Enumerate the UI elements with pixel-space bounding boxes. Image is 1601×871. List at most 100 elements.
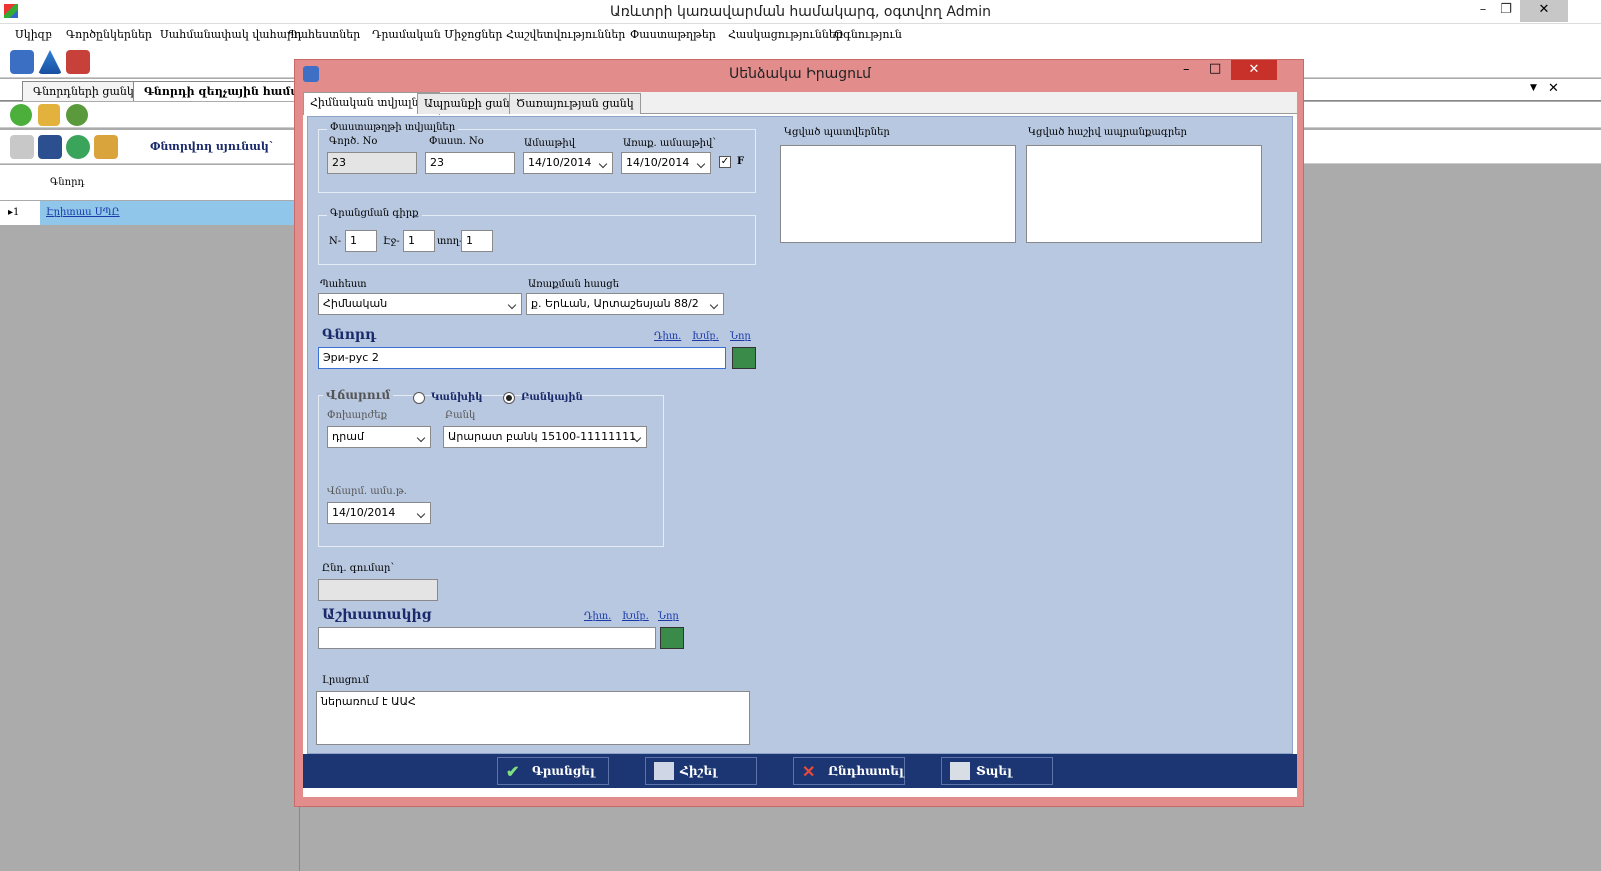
currency-label: Փոխարժեք bbox=[327, 410, 387, 421]
menu-item[interactable]: Սկիզբ bbox=[15, 28, 52, 41]
buyers-grid: Գնորդ ▸1 Էրիտաս ՍՊԸ bbox=[0, 165, 300, 871]
noncash-label: Բանկային bbox=[521, 392, 583, 403]
printer-icon bbox=[950, 762, 970, 780]
menu-item[interactable]: Հաշվետվություններ bbox=[506, 28, 625, 41]
worker-label: Աշխատակից bbox=[322, 607, 432, 623]
page-field[interactable]: 1 bbox=[403, 230, 435, 252]
menu-bar: Սկիզբ Գործընկերներ Սահմանափակ վահարդ Պահ… bbox=[0, 24, 1601, 46]
dialog-maximize-button[interactable]: □ bbox=[1209, 61, 1221, 76]
sub-date-picker[interactable]: 14/10/2014 bbox=[621, 152, 711, 174]
play-icon[interactable] bbox=[66, 135, 90, 159]
note-textarea[interactable]: ներառում է ԱԱՀ bbox=[316, 691, 750, 745]
restore-button[interactable]: ❐ bbox=[1490, 0, 1522, 22]
register-group-title: Գրանցման գիրք bbox=[327, 208, 422, 219]
delete-icon[interactable] bbox=[66, 104, 88, 126]
doc-group-title: Փաստաթղթի տվյալներ bbox=[327, 122, 459, 133]
dialog-close-button[interactable]: ✕ bbox=[1231, 60, 1277, 80]
payment-group: Վճարում Կանխիկ Բանկային Փոխարժեք դրամ Բա… bbox=[318, 388, 664, 547]
sub-date-label: Առաք. ամսաթիվ` bbox=[623, 138, 718, 149]
register-group: Գրանցման գիրք N- 1 Էջ- 1 տող- 1 bbox=[318, 208, 756, 265]
bank-label: Բանկ bbox=[445, 410, 476, 421]
menu-item[interactable]: Փաստաթղթեր bbox=[630, 28, 716, 41]
warehouse-icon[interactable] bbox=[10, 50, 34, 74]
books-icon[interactable] bbox=[66, 50, 90, 74]
worker-new-link[interactable]: Նոր bbox=[658, 611, 679, 622]
remember-button-label: Հիշել bbox=[680, 764, 718, 778]
menu-item[interactable]: Գործընկերներ bbox=[66, 28, 152, 41]
n-label: N- bbox=[329, 236, 342, 247]
refresh-icon[interactable] bbox=[38, 135, 62, 159]
pyramid-icon[interactable] bbox=[38, 50, 62, 74]
date-picker[interactable]: 14/10/2014 bbox=[523, 152, 613, 174]
app-titlebar: Առևտրի կառավարման համակարգ, օգտվող Admin… bbox=[0, 0, 1601, 24]
floppy-icon bbox=[654, 762, 674, 780]
pay-date-picker[interactable]: 14/10/2014 bbox=[327, 502, 431, 524]
row-label: տող- bbox=[437, 236, 463, 247]
n-field[interactable]: 1 bbox=[345, 230, 377, 252]
currency-select[interactable]: դրամ bbox=[327, 426, 431, 448]
selected-cell[interactable]: Էրիտաս ՍՊԸ bbox=[40, 201, 300, 225]
worker-field[interactable] bbox=[318, 627, 656, 649]
dialog-title: Սենձակա Իրացում bbox=[729, 66, 871, 82]
f-checkbox[interactable]: ✓ bbox=[719, 156, 731, 168]
linked-orders-list[interactable] bbox=[780, 145, 1016, 243]
bank-select[interactable]: Արարատ բանկ 15100-11111111 bbox=[443, 426, 647, 448]
warehouse-select[interactable]: Հիմնական bbox=[318, 293, 522, 315]
fact-num-field[interactable]: 23 bbox=[425, 152, 515, 174]
buyer-picker-icon[interactable] bbox=[732, 347, 756, 369]
buyer-new-link[interactable]: Նոր bbox=[730, 331, 751, 342]
buyer-field[interactable]: Эри-рус 2 bbox=[318, 347, 726, 369]
tab-products[interactable]: Ապրանքի ցանկ bbox=[417, 93, 524, 114]
menu-item[interactable]: Հասկացություններ bbox=[728, 28, 843, 41]
row-field[interactable]: 1 bbox=[461, 230, 493, 252]
worker-view-link[interactable]: Դիտ. bbox=[584, 611, 611, 622]
address-label: Առաքման հասցե bbox=[528, 279, 619, 290]
table-row[interactable]: ▸1 Էրիտաս ՍՊԸ bbox=[0, 201, 300, 225]
doc-group: Փաստաթղթի տվյալներ Գործ. No 23 Փաստ. No … bbox=[318, 122, 756, 193]
menu-item[interactable]: Սահմանափակ վահարդ bbox=[160, 28, 302, 41]
grid-header: Գնորդ bbox=[0, 165, 300, 201]
address-select[interactable]: ք. Երևան, Արտաշեսյան 88/2 bbox=[526, 293, 724, 315]
buyer-view-link[interactable]: Դիտ. bbox=[654, 331, 681, 342]
linked-invoices-list[interactable] bbox=[1026, 145, 1262, 243]
save-button[interactable]: ✔ Գրանցել bbox=[497, 757, 609, 785]
add-icon[interactable] bbox=[10, 104, 32, 126]
menu-item[interactable]: Դրամական Միջոցներ bbox=[372, 28, 502, 41]
print-button-label: Տպել bbox=[976, 764, 1012, 778]
f-flag-label: F bbox=[737, 156, 745, 167]
total-label: Ընդ. գումար` bbox=[322, 563, 396, 574]
clear-filter-icon[interactable] bbox=[10, 135, 34, 159]
fact-num-label: Փաստ. No bbox=[429, 136, 484, 147]
buyer-cell[interactable]: Էրիտաս ՍՊԸ bbox=[46, 207, 120, 218]
dialog-minimize-button[interactable]: – bbox=[1183, 62, 1190, 77]
worker-picker-icon[interactable] bbox=[660, 627, 684, 649]
tab-services[interactable]: Ծառայության ցանկ bbox=[509, 93, 641, 114]
edit-icon[interactable] bbox=[38, 104, 60, 126]
noncash-radio[interactable] bbox=[503, 392, 515, 404]
remember-button[interactable]: Հիշել bbox=[645, 757, 757, 785]
grid-column-buyer[interactable]: Գնորդ bbox=[50, 177, 85, 188]
menu-item[interactable]: Պահեստներ bbox=[288, 28, 360, 41]
tabs-dropdown-icon[interactable]: ▼ bbox=[1530, 83, 1537, 93]
payment-group-title: Վճարում bbox=[323, 388, 394, 402]
doc-num-label: Գործ. No bbox=[329, 136, 378, 147]
dialog-tabs: Հիմնական տվյալներ Ապրանքի ցանկ Ծառայությ… bbox=[303, 92, 1297, 115]
linked-invoices-label: Կցված հաշիվ ապրանքագրեր bbox=[1028, 127, 1187, 138]
cash-radio[interactable] bbox=[413, 392, 425, 404]
users-icon[interactable] bbox=[94, 135, 118, 159]
cancel-button[interactable]: ✕ Ընդհատել bbox=[793, 757, 905, 785]
dialog-footer: ✔ Գրանցել Հիշել ✕ Ընդհատել Տպել bbox=[303, 754, 1297, 788]
tabs-close-icon[interactable]: ✕ bbox=[1548, 81, 1559, 96]
menu-item[interactable]: Օգնություն bbox=[834, 28, 902, 41]
tab-buyer-discount[interactable]: Գնորդի զեղչային համակ bbox=[133, 81, 321, 101]
filter-label: Փնտրվող սյունակ` bbox=[150, 140, 275, 153]
date-label: Ամսաթիվ bbox=[524, 138, 576, 149]
buyer-edit-link[interactable]: Խմբ. bbox=[692, 331, 719, 342]
check-icon: ✔ bbox=[506, 762, 520, 781]
worker-edit-link[interactable]: Խմբ. bbox=[622, 611, 649, 622]
doc-num-field[interactable]: 23 bbox=[327, 152, 417, 174]
total-field[interactable] bbox=[318, 579, 438, 601]
print-button[interactable]: Տպել bbox=[941, 757, 1053, 785]
tab-buyers-list[interactable]: Գնորդների ցանկ bbox=[22, 81, 145, 101]
close-button[interactable]: ✕ bbox=[1520, 0, 1568, 22]
